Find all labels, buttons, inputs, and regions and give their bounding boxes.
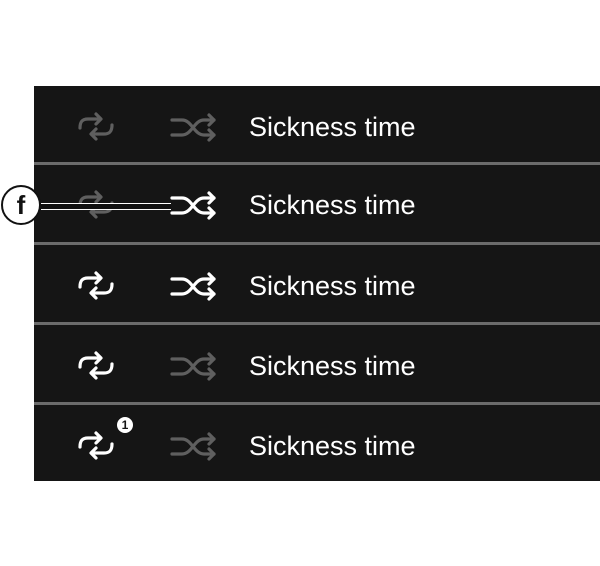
track-title: Sickness time <box>249 431 416 461</box>
repeat-one-icon[interactable] <box>70 431 122 461</box>
repeat-one-badge: 1 <box>117 417 133 433</box>
track-title: Sickness time <box>249 112 416 142</box>
shuffle-icon[interactable] <box>168 272 220 302</box>
list-item[interactable]: 1 Sickness time <box>34 405 600 483</box>
list-item[interactable]: Sickness time <box>34 86 600 164</box>
shuffle-icon[interactable] <box>168 432 220 462</box>
callout-line <box>41 203 171 210</box>
list-item[interactable]: Sickness time <box>34 245 600 323</box>
track-title: Sickness time <box>249 351 416 381</box>
shuffle-icon[interactable] <box>168 191 220 221</box>
repeat-icon[interactable] <box>70 351 122 381</box>
playlist-panel: Sickness time Sickness time Sickness tim… <box>34 86 600 481</box>
track-title: Sickness time <box>249 190 416 220</box>
shuffle-icon[interactable] <box>168 352 220 382</box>
shuffle-icon[interactable] <box>168 113 220 143</box>
track-title: Sickness time <box>249 271 416 301</box>
list-item[interactable]: Sickness time <box>34 325 600 403</box>
repeat-icon[interactable] <box>70 271 122 301</box>
repeat-icon[interactable] <box>70 112 122 142</box>
callout-marker: f <box>1 185 41 225</box>
